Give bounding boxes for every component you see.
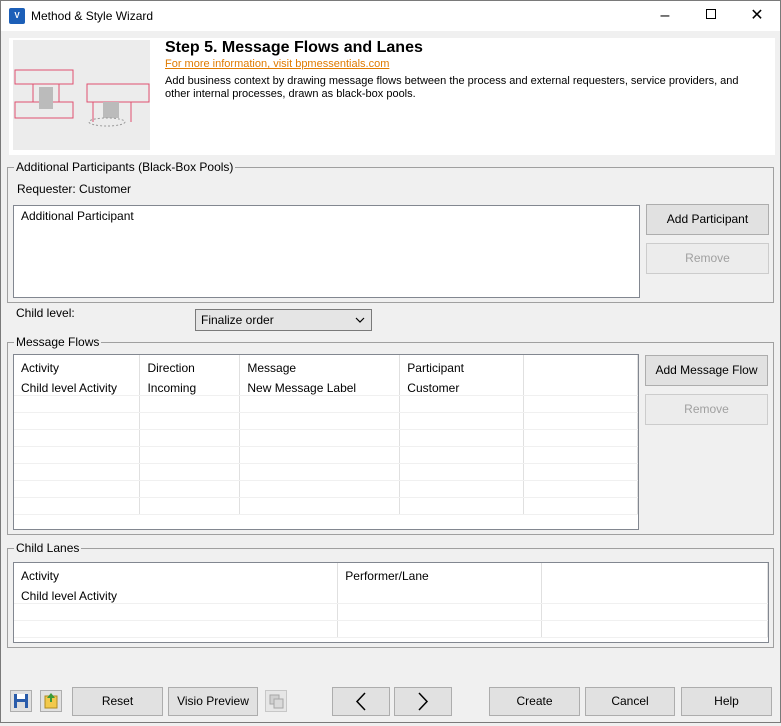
save-icon <box>14 694 28 708</box>
step-description: Add business context by drawing message … <box>165 75 739 100</box>
table-row[interactable] <box>14 395 638 413</box>
wizard-window: V Method & Style Wizard – ✕ Step 5. Mess… <box>0 0 781 723</box>
visio-preview-button[interactable]: Visio Preview <box>168 687 258 716</box>
cell-activity[interactable]: Child level Activity <box>14 378 141 396</box>
table-header-row: Activity Performer/Lane <box>14 563 768 586</box>
column-header <box>523 355 638 378</box>
message-flows-table: Activity Direction Message Participant C… <box>14 355 638 515</box>
add-message-flow-button[interactable]: Add Message Flow <box>645 355 768 386</box>
table-row[interactable] <box>14 463 638 481</box>
child-lanes-grid[interactable]: Activity Performer/Lane Child level Acti… <box>13 562 769 643</box>
child-lanes-group-label: Child Lanes <box>14 541 82 555</box>
maximize-icon <box>706 9 716 20</box>
participants-group-label: Additional Participants (Black-Box Pools… <box>14 160 236 174</box>
message-flows-group: Message Flows Activity Direction Message… <box>7 335 774 535</box>
minimize-button[interactable]: – <box>642 1 688 31</box>
cell-activity[interactable]: Child level Activity <box>14 586 339 604</box>
remove-message-flow-button[interactable]: Remove <box>645 394 768 425</box>
table-row[interactable] <box>14 480 638 498</box>
maximize-button[interactable] <box>688 1 734 31</box>
save-button[interactable] <box>10 690 32 712</box>
cell-performer[interactable] <box>337 586 543 604</box>
chevron-right-icon <box>418 692 429 711</box>
table-row[interactable] <box>14 497 638 515</box>
table-row[interactable] <box>14 412 638 430</box>
list-item[interactable]: Additional Participant <box>21 209 134 223</box>
table-row[interactable] <box>14 603 768 621</box>
child-lanes-table: Activity Performer/Lane Child level Acti… <box>14 563 768 638</box>
cell-empty <box>541 586 768 604</box>
back-button[interactable] <box>332 687 390 716</box>
table-row[interactable]: Child level Activity <box>14 586 768 604</box>
child-level-value: Finalize order <box>201 313 274 327</box>
requester-label: Requester: Customer <box>17 182 132 196</box>
cell-participant[interactable]: Customer <box>399 378 525 396</box>
table-row[interactable] <box>14 429 638 447</box>
create-button[interactable]: Create <box>489 687 580 716</box>
message-flows-group-label: Message Flows <box>14 335 102 349</box>
visio-app-icon: V <box>9 8 25 24</box>
window-title: Method & Style Wizard <box>31 9 154 23</box>
child-lanes-group: Child Lanes Activity Performer/Lane Chil… <box>7 541 774 648</box>
table-row[interactable] <box>14 446 638 464</box>
table-header-row: Activity Direction Message Participant <box>14 355 638 378</box>
column-header[interactable]: Participant <box>399 355 525 378</box>
copy-icon <box>269 694 284 709</box>
step-title: Step 5. Message Flows and Lanes <box>165 39 423 56</box>
column-header[interactable]: Activity <box>14 563 339 586</box>
table-row[interactable]: Child level Activity Incoming New Messag… <box>14 378 638 396</box>
export-icon <box>44 693 58 709</box>
chevron-down-icon <box>355 310 365 338</box>
child-level-select[interactable]: Finalize order <box>195 309 372 331</box>
diagram-thumbnail-icon <box>13 40 150 150</box>
cell-empty <box>523 378 638 396</box>
export-button[interactable] <box>40 690 62 712</box>
column-header[interactable]: Performer/Lane <box>337 563 543 586</box>
column-header <box>541 563 768 586</box>
title-bar: V Method & Style Wizard – ✕ <box>1 1 780 31</box>
add-participant-button[interactable]: Add Participant <box>646 204 769 235</box>
forward-button[interactable] <box>394 687 452 716</box>
reset-button[interactable]: Reset <box>72 687 163 716</box>
cell-direction[interactable]: Incoming <box>139 378 241 396</box>
more-info-link[interactable]: For more information, visit bpmessential… <box>165 58 389 70</box>
table-row[interactable] <box>14 620 768 638</box>
cancel-button[interactable]: Cancel <box>585 687 675 716</box>
help-button[interactable]: Help <box>681 687 772 716</box>
step-header: Step 5. Message Flows and Lanes For more… <box>9 38 775 155</box>
column-header[interactable]: Direction <box>139 355 241 378</box>
close-button[interactable]: ✕ <box>734 1 780 31</box>
column-header[interactable]: Activity <box>14 355 141 378</box>
step-thumbnail <box>13 40 150 150</box>
child-level-label: Child level: <box>16 306 75 320</box>
chevron-left-icon <box>355 692 366 711</box>
participants-group: Additional Participants (Black-Box Pools… <box>7 160 774 303</box>
participants-list[interactable]: Additional Participant <box>13 205 640 298</box>
cell-message[interactable]: New Message Label <box>239 378 401 396</box>
message-flows-grid[interactable]: Activity Direction Message Participant C… <box>13 354 639 530</box>
copy-button[interactable] <box>265 690 287 712</box>
remove-participant-button[interactable]: Remove <box>646 243 769 274</box>
column-header[interactable]: Message <box>239 355 401 378</box>
